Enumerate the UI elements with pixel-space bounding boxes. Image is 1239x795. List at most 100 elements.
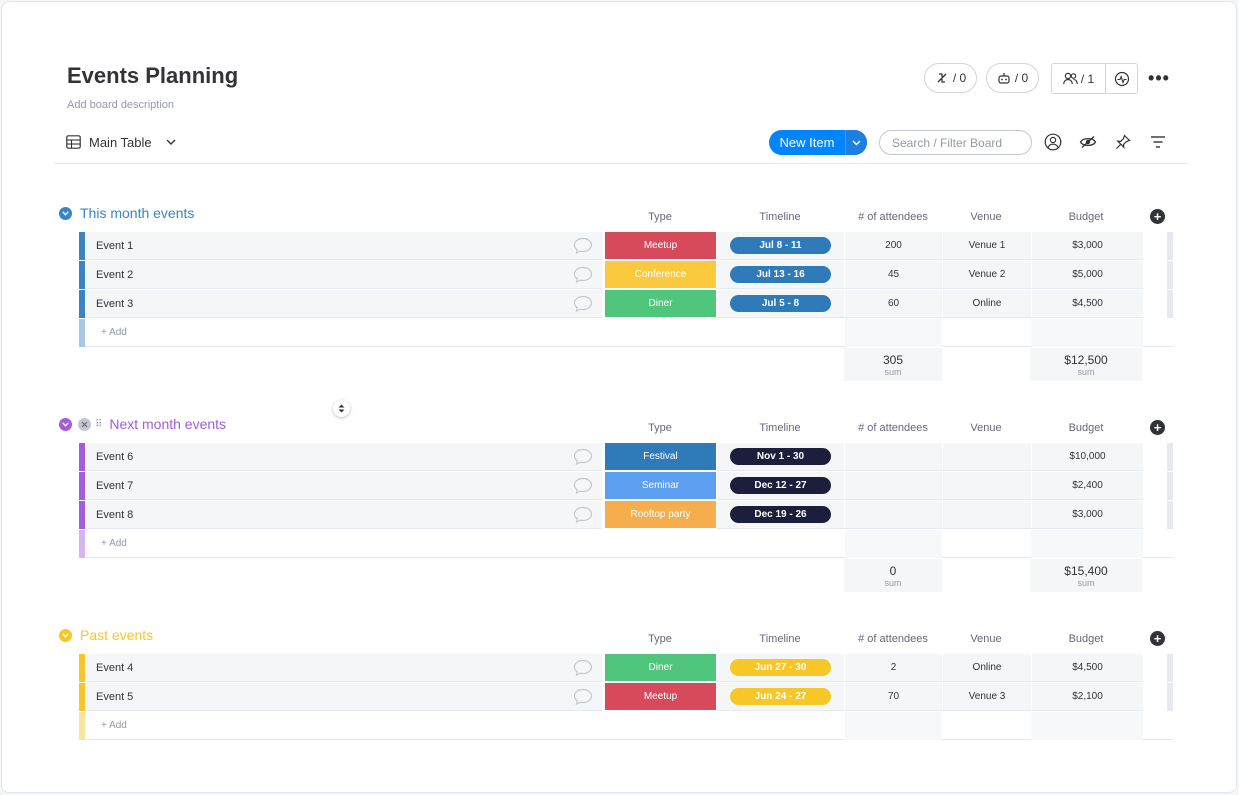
column-header[interactable]: Venue xyxy=(931,422,1041,434)
column-header[interactable]: Timeline xyxy=(725,422,835,434)
type-status-cell[interactable]: Diner xyxy=(605,654,716,681)
add-column-icon[interactable]: + xyxy=(1150,631,1165,646)
type-status-cell[interactable]: Seminar xyxy=(605,472,716,499)
conversation-icon[interactable] xyxy=(573,266,593,284)
column-header[interactable]: Venue xyxy=(931,211,1041,223)
budget-cell[interactable]: $5,000 xyxy=(1031,261,1143,289)
attendees-cell[interactable]: 2 xyxy=(844,654,942,682)
budget-cell[interactable]: $3,000 xyxy=(1031,501,1143,529)
hide-eye-icon[interactable] xyxy=(1078,132,1098,152)
timeline-cell[interactable]: Jun 24 - 27 xyxy=(717,683,844,711)
add-item-input[interactable]: + Add xyxy=(101,720,127,731)
timeline-cell[interactable]: Jul 5 - 8 xyxy=(717,290,844,318)
attendees-cell[interactable] xyxy=(844,501,942,529)
members-button[interactable]: / 1 xyxy=(1052,64,1106,93)
venue-cell[interactable] xyxy=(942,472,1031,500)
column-resize-handle[interactable] xyxy=(333,400,350,417)
item-name[interactable]: Event 5 xyxy=(85,683,602,711)
group-title[interactable]: Next month events xyxy=(109,416,226,432)
column-header[interactable]: Type xyxy=(605,422,715,434)
group-header[interactable]: This month events xyxy=(59,205,194,221)
conversation-icon[interactable] xyxy=(573,448,593,466)
collapse-chevron-icon[interactable] xyxy=(59,417,72,431)
person-filter-icon[interactable] xyxy=(1043,132,1063,152)
conversation-icon[interactable] xyxy=(573,506,593,524)
attendees-cell[interactable]: 70 xyxy=(844,683,942,711)
budget-cell[interactable]: $3,000 xyxy=(1031,232,1143,260)
column-header[interactable]: Timeline xyxy=(725,211,835,223)
add-item-row[interactable]: + Add xyxy=(79,712,1173,740)
add-item-row[interactable]: + Add xyxy=(79,319,1173,347)
column-header[interactable]: Type xyxy=(605,211,715,223)
attendees-cell[interactable]: 60 xyxy=(844,290,942,318)
collapse-all-icon[interactable] xyxy=(78,417,91,431)
item-name[interactable]: Event 1 xyxy=(85,232,602,260)
column-header[interactable]: Budget xyxy=(1031,422,1141,434)
group-header[interactable]: ⠿ Next month events xyxy=(59,416,226,432)
add-item-row[interactable]: + Add xyxy=(79,530,1173,558)
new-item-dropdown[interactable] xyxy=(845,130,867,155)
table-row[interactable]: Event 3 Diner Jul 5 - 8 60 Online $4,500 xyxy=(79,290,1173,318)
budget-cell[interactable]: $2,400 xyxy=(1031,472,1143,500)
attendees-cell[interactable] xyxy=(844,472,942,500)
collapse-chevron-icon[interactable] xyxy=(59,206,72,220)
drag-handle-icon[interactable]: ⠿ xyxy=(95,419,102,430)
conversation-icon[interactable] xyxy=(573,477,593,495)
integrations-button[interactable]: / 0 xyxy=(924,63,977,93)
type-status-cell[interactable]: Meetup xyxy=(605,683,716,710)
type-status-cell[interactable]: Meetup xyxy=(605,232,716,259)
new-item-button[interactable]: New Item xyxy=(769,130,867,155)
table-row[interactable]: Event 4 Diner Jun 27 - 30 2 Online $4,500 xyxy=(79,654,1173,682)
timeline-cell[interactable]: Jul 8 - 11 xyxy=(717,232,844,260)
add-item-input[interactable]: + Add xyxy=(101,327,127,338)
group-title[interactable]: This month events xyxy=(80,205,194,221)
table-row[interactable]: Event 5 Meetup Jun 24 - 27 70 Venue 3 $2,100 xyxy=(79,683,1173,711)
column-header[interactable]: Venue xyxy=(931,633,1041,645)
attendees-cell[interactable]: 200 xyxy=(844,232,942,260)
column-header[interactable]: Budget xyxy=(1031,633,1141,645)
venue-cell[interactable]: Online xyxy=(942,654,1031,682)
budget-cell[interactable]: $2,100 xyxy=(1031,683,1143,711)
item-name[interactable]: Event 7 xyxy=(85,472,602,500)
attendees-cell[interactable] xyxy=(844,443,942,471)
activity-button[interactable] xyxy=(1106,64,1137,93)
filter-icon[interactable] xyxy=(1148,132,1168,152)
table-row[interactable]: Event 7 Seminar Dec 12 - 27 $2,400 xyxy=(79,472,1173,500)
venue-cell[interactable] xyxy=(942,443,1031,471)
column-header[interactable]: Timeline xyxy=(725,633,835,645)
timeline-cell[interactable]: Jul 13 - 16 xyxy=(717,261,844,289)
timeline-cell[interactable]: Jun 27 - 30 xyxy=(717,654,844,682)
search-filter-input[interactable]: Search / Filter Board xyxy=(879,130,1032,155)
timeline-cell[interactable]: Dec 19 - 26 xyxy=(717,501,844,529)
type-status-cell[interactable]: Diner xyxy=(605,290,716,317)
table-row[interactable]: Event 8 Rooftop party Dec 19 - 26 $3,000 xyxy=(79,501,1173,529)
type-status-cell[interactable]: Festival xyxy=(605,443,716,470)
conversation-icon[interactable] xyxy=(573,237,593,255)
venue-cell[interactable] xyxy=(942,501,1031,529)
table-row[interactable]: Event 6 Festival Nov 1 - 30 $10,000 xyxy=(79,443,1173,471)
add-column-icon[interactable]: + xyxy=(1150,209,1165,224)
group-title[interactable]: Past events xyxy=(80,627,153,643)
venue-cell[interactable]: Venue 2 xyxy=(942,261,1031,289)
budget-cell[interactable]: $4,500 xyxy=(1031,290,1143,318)
attendees-cell[interactable]: 45 xyxy=(844,261,942,289)
conversation-icon[interactable] xyxy=(573,688,593,706)
budget-cell[interactable]: $10,000 xyxy=(1031,443,1143,471)
table-row[interactable]: Event 2 Conference Jul 13 - 16 45 Venue 2 $5,… xyxy=(79,261,1173,289)
venue-cell[interactable]: Venue 3 xyxy=(942,683,1031,711)
item-name[interactable]: Event 3 xyxy=(85,290,602,318)
type-status-cell[interactable]: Rooftop party xyxy=(605,501,716,528)
table-row[interactable]: Event 1 Meetup Jul 8 - 11 200 Venue 1 $3,000 xyxy=(79,232,1173,260)
venue-cell[interactable]: Online xyxy=(942,290,1031,318)
collapse-chevron-icon[interactable] xyxy=(59,628,72,642)
column-header[interactable]: Type xyxy=(605,633,715,645)
pin-icon[interactable] xyxy=(1113,132,1133,152)
timeline-cell[interactable]: Dec 12 - 27 xyxy=(717,472,844,500)
item-name[interactable]: Event 4 xyxy=(85,654,602,682)
item-name[interactable]: Event 6 xyxy=(85,443,602,471)
conversation-icon[interactable] xyxy=(573,659,593,677)
venue-cell[interactable]: Venue 1 xyxy=(942,232,1031,260)
add-column-icon[interactable]: + xyxy=(1150,420,1165,435)
column-header[interactable]: Budget xyxy=(1031,211,1141,223)
budget-cell[interactable]: $4,500 xyxy=(1031,654,1143,682)
